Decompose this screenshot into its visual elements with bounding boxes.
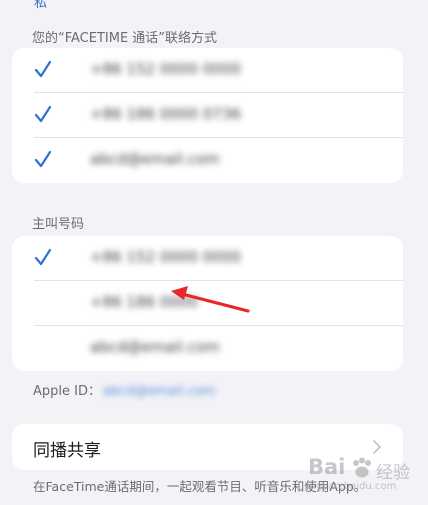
chevron-right-icon	[373, 440, 381, 454]
facetime-contacts-header: 您的“FACETIME 通话”联络方式	[32, 31, 218, 46]
caller-id-value: +86 152 0000 0000	[90, 248, 241, 266]
caller-id-value: abcd@email.com	[90, 338, 220, 356]
watermark-url: jingyan.baidu.com	[304, 481, 397, 492]
checkmark-icon	[34, 105, 52, 123]
caller-id-row-3[interactable]: abcd@email.com	[12, 326, 403, 371]
paw-icon	[353, 457, 371, 478]
apple-id-label: Apple ID：	[33, 384, 101, 399]
contact-value: +86 186 0000 0736	[90, 105, 241, 123]
caller-id-header: 主叫号码	[32, 217, 85, 232]
baidu-watermark: Bai 经验 jingyan.baidu.com	[300, 455, 418, 497]
facetime-contact-row-1[interactable]: +86 152 0000 0000	[12, 48, 403, 93]
checkmark-icon	[34, 248, 52, 266]
apple-id-row: Apple ID： abcd@email.com	[33, 380, 215, 399]
annotation-arrow-icon	[171, 286, 250, 313]
apple-id-value[interactable]: abcd@email.com	[103, 384, 215, 399]
facetime-contact-row-3[interactable]: abcd@email.com	[12, 138, 403, 183]
watermark-brand: Bai	[308, 455, 346, 479]
facetime-contact-row-2[interactable]: +86 186 0000 0736	[12, 93, 403, 138]
contact-value: +86 152 0000 0000	[90, 60, 241, 78]
contact-value: abcd@email.com	[90, 150, 220, 168]
caller-id-row-1[interactable]: +86 152 0000 0000	[12, 236, 403, 281]
facetime-contacts-group: +86 152 0000 0000 +86 186 0000 0736 abcd…	[12, 48, 403, 183]
shareplay-label: 同播共享	[33, 441, 101, 461]
checkmark-icon	[34, 150, 52, 168]
previous-section-cutoff-text: 私	[34, 0, 48, 11]
checkmark-icon	[34, 60, 52, 78]
watermark-suffix: 经验	[376, 463, 410, 483]
